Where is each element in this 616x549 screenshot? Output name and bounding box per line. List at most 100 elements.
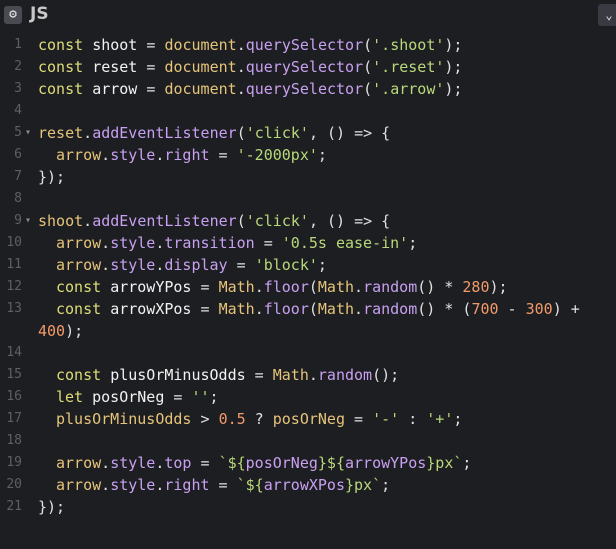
code-token: addEventListener <box>92 124 237 142</box>
code-token: . <box>101 234 111 252</box>
code-token: arrow <box>56 476 102 494</box>
code-token: Math <box>218 300 255 318</box>
code-line[interactable]: 12 const arrowYPos = Math.floor(Math.rand… <box>0 276 616 298</box>
chevron-down-icon[interactable]: ⌄ <box>598 4 616 26</box>
code-token: `${ <box>218 454 246 472</box>
code-token: ; <box>317 256 327 274</box>
code-token: = <box>137 58 165 76</box>
code-token: 300 <box>525 300 553 318</box>
code-text: plusOrMinusOdds > 0.5 ? posOrNeg = '-' :… <box>56 408 462 430</box>
line-number: 14 <box>6 345 22 360</box>
line-number: 3 <box>14 81 22 96</box>
code-token: , () => { <box>308 212 391 230</box>
code-line[interactable]: 14 <box>0 342 616 364</box>
code-token: const <box>56 278 111 296</box>
code-text: const arrow = document.querySelector('.a… <box>38 78 462 100</box>
line-number: 6 <box>14 147 22 162</box>
code-token: ); <box>65 322 84 340</box>
line-number: 2 <box>14 59 22 74</box>
line-number: 12 <box>6 279 22 294</box>
code-token: . <box>101 146 111 164</box>
code-line[interactable]: 2 const reset = document.querySelector('.… <box>0 56 616 78</box>
code-token: style <box>110 476 156 494</box>
code-line[interactable]: 19 arrow.style.top = `${posOrNeg}${arrowY… <box>0 452 616 474</box>
code-token: floor <box>263 278 309 296</box>
fold-arrow-icon[interactable]: ▾ <box>25 210 31 232</box>
code-token: arrow <box>56 146 102 164</box>
code-token: = <box>209 476 237 494</box>
code-line[interactable]: 16 let posOrNeg = ''; <box>0 386 616 408</box>
code-line[interactable]: 17 plusOrMinusOdds > 0.5 ? posOrNeg = '-'… <box>0 408 616 430</box>
code-token: posOrNeg <box>272 410 345 428</box>
code-line[interactable]: 400); <box>0 320 616 342</box>
code-text: const plusOrMinusOdds = Math.random(); <box>56 364 399 386</box>
line-number: 11 <box>6 257 22 272</box>
code-token: ( <box>363 58 373 76</box>
code-line[interactable]: 11 arrow.style.display = 'block'; <box>0 254 616 276</box>
code-token: random <box>363 300 418 318</box>
line-number: 5 <box>14 125 22 140</box>
code-token: floor <box>263 300 309 318</box>
code-token: (); <box>372 366 400 384</box>
code-text: arrow.style.right = `${arrowXPos}px`; <box>56 474 390 496</box>
code-token: arrow <box>92 80 138 98</box>
code-text: arrow.style.right = '-2000px'; <box>56 144 327 166</box>
code-line[interactable]: 15 const plusOrMinusOdds = Math.random(); <box>0 364 616 386</box>
code-token: = <box>245 366 273 384</box>
code-line[interactable]: 18 <box>0 430 616 452</box>
code-line[interactable]: 8 <box>0 188 616 210</box>
code-token: . <box>236 36 246 54</box>
code-token: = <box>254 234 282 252</box>
code-token: display <box>164 256 228 274</box>
code-token: = <box>137 36 165 54</box>
code-token: ); <box>489 278 508 296</box>
code-line[interactable]: 20 arrow.style.right = `${arrowXPos}px`; <box>0 474 616 496</box>
code-token: }); <box>38 498 66 516</box>
code-token: 0.5 <box>218 410 246 428</box>
line-number: 18 <box>6 433 22 448</box>
code-line[interactable]: 10 arrow.style.transition = '0.5s ease-in… <box>0 232 616 254</box>
code-token: = <box>191 278 219 296</box>
code-token: = <box>209 146 237 164</box>
code-token: querySelector <box>245 80 364 98</box>
code-line[interactable]: 6 arrow.style.right = '-2000px'; <box>0 144 616 166</box>
code-line[interactable]: 5 ▾ reset.addEventListener('click', () => … <box>0 122 616 144</box>
line-number: 21 <box>6 499 22 514</box>
panel-title: JS <box>30 4 49 24</box>
code-token: . <box>101 476 111 494</box>
code-token: '-' <box>372 410 400 428</box>
code-token: plusOrMinusOdds <box>110 366 246 384</box>
code-token: '.reset' <box>372 58 445 76</box>
code-token: 280 <box>462 278 490 296</box>
code-text: const reset = document.querySelector('.r… <box>38 56 462 78</box>
code-line[interactable]: 3 const arrow = document.querySelector('.… <box>0 78 616 100</box>
line-number: 9 <box>14 213 22 228</box>
code-token: }px` <box>345 476 382 494</box>
code-line[interactable]: 1 const shoot = document.querySelector('.… <box>0 34 616 56</box>
code-token: ); <box>444 36 463 54</box>
code-token: ; <box>408 234 418 252</box>
code-token: ; <box>381 476 391 494</box>
code-editor[interactable]: 1 const shoot = document.querySelector('.… <box>0 30 616 549</box>
code-line[interactable]: 21}); <box>0 496 616 518</box>
code-line[interactable]: 4 <box>0 100 616 122</box>
gear-icon[interactable]: ⚙ <box>4 6 22 24</box>
code-token: 'block' <box>254 256 318 274</box>
code-text: arrow.style.top = `${posOrNeg}${arrowYPo… <box>56 452 471 474</box>
code-token: . <box>83 212 93 230</box>
code-line[interactable]: 9 ▾ shoot.addEventListener('click', () => … <box>0 210 616 232</box>
code-token: arrowXPos <box>110 300 192 318</box>
fold-arrow-icon[interactable]: ▾ <box>25 122 31 144</box>
code-line[interactable]: 7}); <box>0 166 616 188</box>
code-token: . <box>254 278 264 296</box>
code-token: right <box>164 476 210 494</box>
code-token: '0.5s ease-in' <box>281 234 409 252</box>
line-number: 8 <box>14 191 22 206</box>
code-token: 'click' <box>245 212 309 230</box>
code-token: `${ <box>236 476 264 494</box>
code-token: ( <box>236 212 246 230</box>
code-line[interactable]: 13 const arrowXPos = Math.floor(Math.rand… <box>0 298 616 320</box>
code-token: . <box>254 300 264 318</box>
code-token: . <box>236 80 246 98</box>
code-token: = <box>137 80 165 98</box>
